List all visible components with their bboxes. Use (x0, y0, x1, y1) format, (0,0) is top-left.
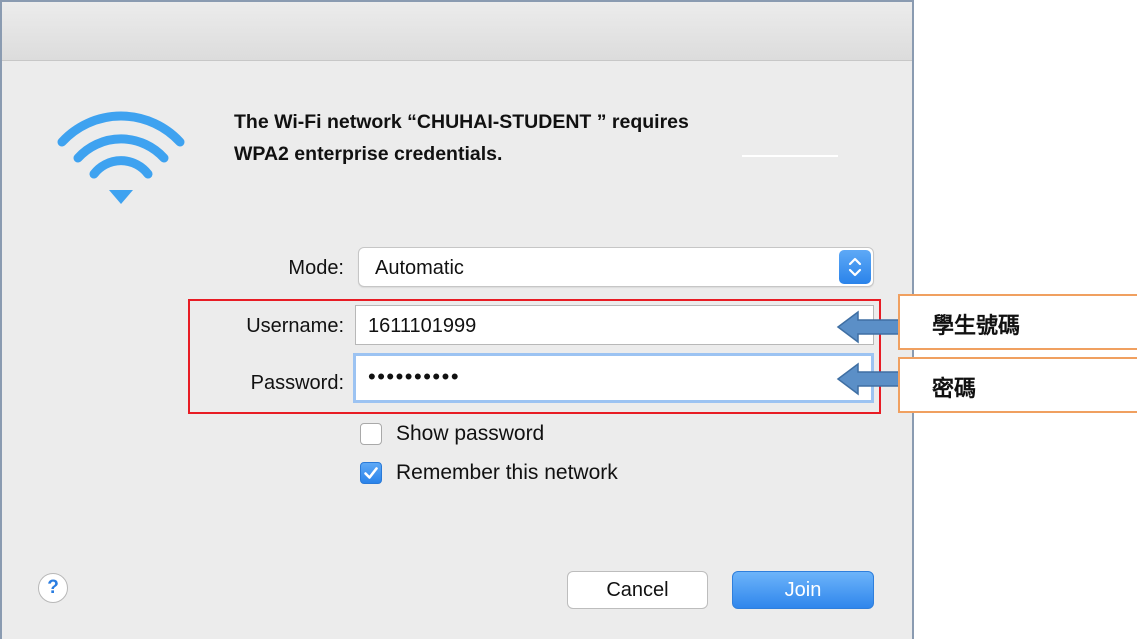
title-bar[interactable] (2, 2, 912, 61)
mode-select[interactable]: Automatic (358, 247, 874, 287)
checkmark-icon (364, 467, 378, 479)
wifi-icon (57, 111, 185, 204)
remember-network-label: Remember this network (396, 461, 618, 484)
cancel-button[interactable]: Cancel (567, 571, 708, 609)
show-password-checkbox[interactable] (360, 423, 382, 445)
show-password-label: Show password (396, 422, 545, 445)
redaction-mark (742, 155, 838, 157)
username-callout: 學生號碼 (898, 294, 1137, 350)
username-callout-text: 學生號碼 (932, 314, 1021, 339)
mode-select-value: Automatic (375, 257, 464, 279)
remember-network-checkbox[interactable] (360, 462, 382, 484)
select-stepper-icon (839, 250, 871, 284)
dialog-heading: The Wi-Fi network “CHUHAI-STUDENT ” requ… (234, 106, 874, 170)
credentials-highlight-box (188, 299, 881, 414)
heading-line-2: WPA2 enterprise credentials. (234, 143, 503, 165)
mode-label: Mode: (288, 257, 344, 279)
password-callout-text: 密碼 (932, 377, 977, 402)
join-button[interactable]: Join (732, 571, 874, 609)
password-callout: 密碼 (898, 357, 1137, 413)
heading-line-1: The Wi-Fi network “CHUHAI-STUDENT ” requ… (234, 111, 689, 133)
help-button[interactable]: ? (38, 573, 68, 603)
